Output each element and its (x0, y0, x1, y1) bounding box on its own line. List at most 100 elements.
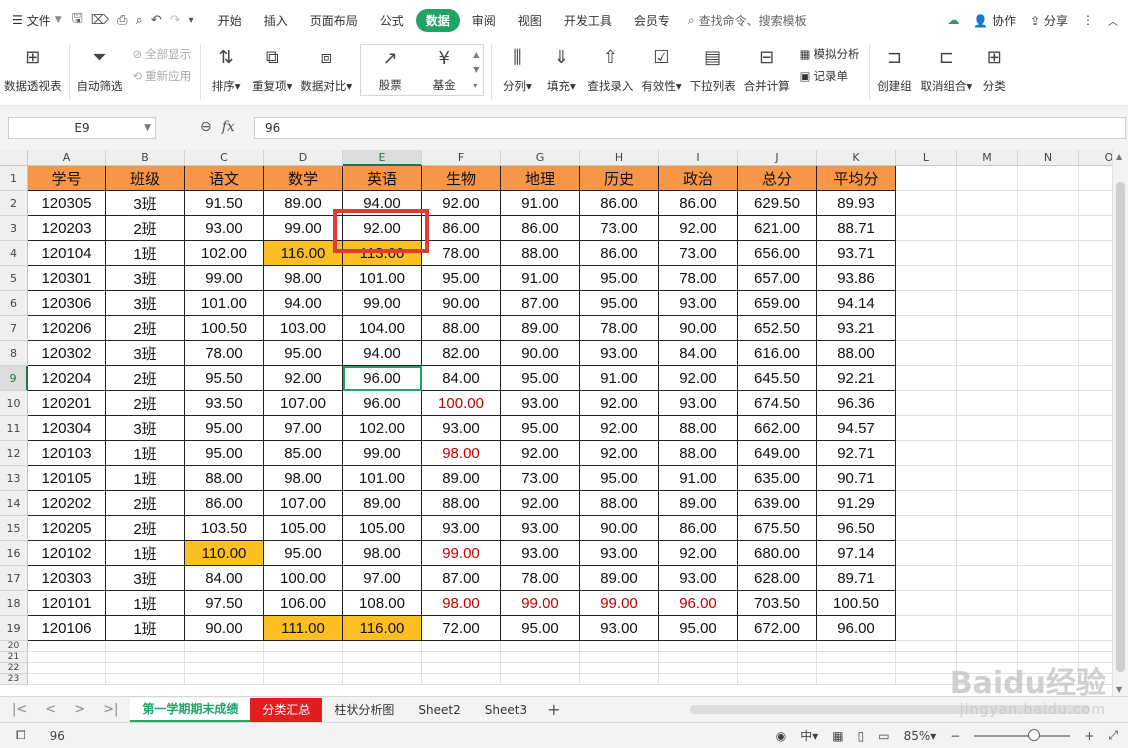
table-cell[interactable]: 120105 (28, 466, 106, 491)
table-cell[interactable] (343, 652, 422, 663)
table-cell[interactable]: 107.00 (264, 491, 343, 516)
worksheet-grid[interactable]: A B C D E F G H I J K L M N O 1 学号 班级 语文 数学 英语 生物 地理 历史 政治 总分 平均分 2… (0, 150, 1112, 696)
table-cell[interactable]: 93.00 (185, 216, 264, 241)
funds-button[interactable]: ¥ 基金 (417, 45, 471, 95)
table-cell[interactable] (659, 674, 738, 685)
table-cell[interactable]: 662.00 (738, 416, 817, 441)
first-sheet-icon[interactable]: |< (12, 702, 27, 717)
table-cell[interactable] (896, 616, 957, 641)
print-preview-icon[interactable]: ⌕ (136, 13, 143, 28)
table-cell[interactable]: 657.00 (738, 266, 817, 291)
column-header-d[interactable]: D (264, 150, 343, 166)
sheet-tab-bar-chart[interactable]: 柱状分析图 (322, 698, 406, 722)
table-cell[interactable]: 99.00 (422, 541, 501, 566)
table-cell[interactable]: 3班 (106, 291, 185, 316)
table-header-cell[interactable]: 地理 (501, 166, 580, 191)
table-cell[interactable] (896, 316, 957, 341)
fill-button[interactable]: ⇓ 填充▾ (539, 44, 583, 94)
table-cell[interactable]: 101.00 (343, 266, 422, 291)
table-cell[interactable]: 98.00 (343, 541, 422, 566)
table-cell[interactable] (738, 674, 817, 685)
collab-button[interactable]: 👤 协作 (973, 12, 1016, 29)
row-header[interactable]: 5 (0, 266, 28, 291)
row-header[interactable]: 8 (0, 341, 28, 366)
table-cell[interactable]: 120106 (28, 616, 106, 641)
fullscreen-icon[interactable]: ⤢ (1108, 728, 1118, 743)
table-cell[interactable] (1079, 166, 1112, 191)
table-cell[interactable]: 103.50 (185, 516, 264, 541)
table-cell[interactable] (957, 616, 1018, 641)
column-header-c[interactable]: C (185, 150, 264, 166)
table-cell[interactable]: 92.21 (817, 366, 896, 391)
table-cell[interactable] (1018, 491, 1079, 516)
table-cell[interactable]: 98.00 (264, 266, 343, 291)
table-cell[interactable] (580, 674, 659, 685)
table-cell[interactable] (817, 652, 896, 663)
table-cell[interactable] (1079, 641, 1112, 652)
table-cell[interactable]: 680.00 (738, 541, 817, 566)
table-cell[interactable]: 120301 (28, 266, 106, 291)
table-cell[interactable] (1079, 441, 1112, 466)
table-cell[interactable] (580, 652, 659, 663)
table-cell[interactable]: 95.00 (185, 416, 264, 441)
format-painter-icon[interactable]: ⌦ (91, 13, 109, 28)
more-icon[interactable]: ⋮ (1082, 13, 1094, 27)
table-cell[interactable] (957, 416, 1018, 441)
table-cell[interactable]: 95.00 (580, 466, 659, 491)
table-cell[interactable]: 95.00 (501, 366, 580, 391)
table-cell[interactable]: 92.71 (817, 441, 896, 466)
tab-formulas[interactable]: 公式 (370, 9, 414, 32)
table-cell[interactable]: 96.00 (659, 591, 738, 616)
table-cell[interactable] (1079, 591, 1112, 616)
table-cell[interactable]: 703.50 (738, 591, 817, 616)
table-cell[interactable]: 95.00 (264, 541, 343, 566)
table-cell[interactable]: 93.21 (817, 316, 896, 341)
table-cell[interactable] (106, 674, 185, 685)
table-cell[interactable] (957, 491, 1018, 516)
table-cell[interactable] (896, 663, 957, 674)
share-button[interactable]: ⇪ 分享 (1030, 12, 1068, 29)
row-header[interactable]: 3 (0, 216, 28, 241)
table-cell[interactable] (264, 674, 343, 685)
table-cell[interactable] (1018, 266, 1079, 291)
table-cell[interactable]: 628.00 (738, 566, 817, 591)
row-header[interactable]: 16 (0, 541, 28, 566)
table-cell[interactable]: 86.00 (580, 241, 659, 266)
table-cell[interactable] (1079, 216, 1112, 241)
table-cell[interactable] (501, 641, 580, 652)
table-cell[interactable]: 674.50 (738, 391, 817, 416)
table-cell[interactable]: 93.00 (501, 541, 580, 566)
table-cell[interactable]: 72.00 (422, 616, 501, 641)
table-cell[interactable] (957, 241, 1018, 266)
table-cell[interactable]: 120103 (28, 441, 106, 466)
table-cell[interactable]: 84.00 (659, 341, 738, 366)
table-header-cell[interactable]: 历史 (580, 166, 659, 191)
table-cell[interactable]: 1班 (106, 241, 185, 266)
table-cell[interactable]: 645.50 (738, 366, 817, 391)
table-cell[interactable]: 93.00 (580, 541, 659, 566)
input-method-icon[interactable]: 中▾ (800, 727, 818, 744)
table-cell[interactable]: 86.00 (659, 516, 738, 541)
customize-icon[interactable]: ▾ (189, 15, 194, 26)
table-cell[interactable] (1079, 541, 1112, 566)
table-cell[interactable] (957, 166, 1018, 191)
table-cell[interactable]: 120302 (28, 341, 106, 366)
page-break-view-icon[interactable]: ▭ (878, 729, 889, 743)
table-cell[interactable] (501, 652, 580, 663)
table-cell[interactable]: 120304 (28, 416, 106, 441)
stocks-button[interactable]: ↗ 股票 (363, 45, 417, 95)
table-cell[interactable]: 95.00 (580, 266, 659, 291)
table-cell[interactable] (1079, 416, 1112, 441)
table-cell[interactable]: 96.50 (817, 516, 896, 541)
table-cell[interactable] (896, 341, 957, 366)
table-cell[interactable]: 1班 (106, 466, 185, 491)
duplicates-button[interactable]: ⧉ 重复项▾ (248, 44, 296, 94)
row-header[interactable]: 20 (0, 641, 28, 652)
table-cell[interactable]: 120306 (28, 291, 106, 316)
table-cell[interactable]: 120102 (28, 541, 106, 566)
table-cell[interactable]: 78.00 (659, 266, 738, 291)
table-cell[interactable]: 84.00 (422, 366, 501, 391)
file-menu[interactable]: ☰ 文件 ▼ (0, 7, 68, 33)
row-header[interactable]: 11 (0, 416, 28, 441)
dropdown-list-button[interactable]: ▤ 下拉列表 (686, 44, 740, 94)
